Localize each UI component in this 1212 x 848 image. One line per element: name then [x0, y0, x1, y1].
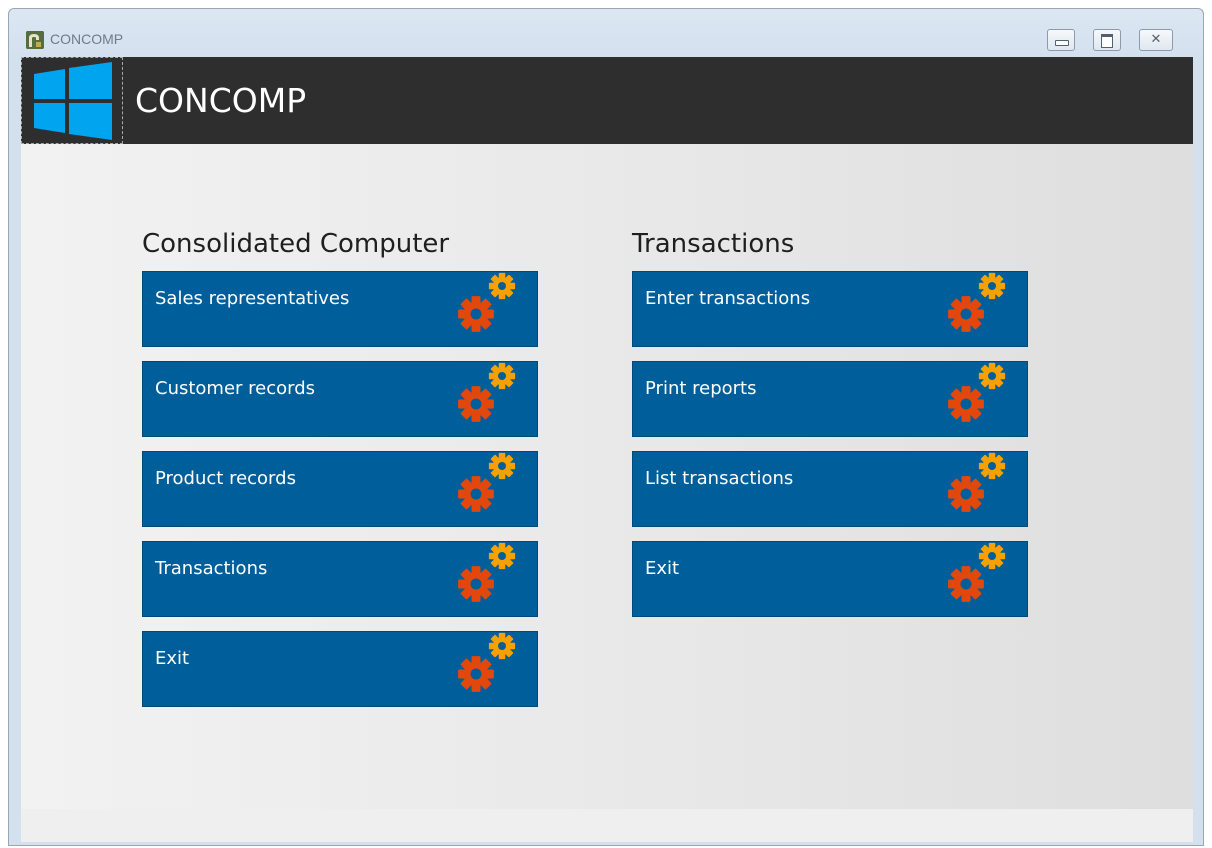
gears-icon	[458, 542, 516, 602]
group-title-transactions: Transactions	[632, 229, 795, 259]
header-title: CONCOMP	[135, 81, 307, 120]
gears-icon	[458, 362, 516, 422]
tile-transactions[interactable]: Transactions	[142, 541, 538, 617]
tile-label: Transactions	[155, 558, 268, 579]
tile-label: Exit	[155, 648, 190, 669]
gears-icon	[458, 452, 516, 512]
group-title-consolidated: Consolidated Computer	[142, 229, 450, 259]
tile-label: Enter transactions	[645, 288, 811, 309]
tile-label: List transactions	[645, 468, 794, 489]
tile-list-transactions[interactable]: List transactions	[632, 451, 1028, 527]
minimize-icon	[1055, 40, 1069, 46]
tile-enter-transactions[interactable]: Enter transactions	[632, 271, 1028, 347]
tile-label: Sales representatives	[155, 288, 350, 309]
tile-label: Exit	[645, 558, 680, 579]
tile-product-records[interactable]: Product records	[142, 451, 538, 527]
tile-customer-records[interactable]: Customer records	[142, 361, 538, 437]
tile-sales-representatives[interactable]: Sales representatives	[142, 271, 538, 347]
maximize-button[interactable]	[1093, 29, 1121, 51]
gears-icon	[948, 272, 1006, 332]
gears-icon	[948, 542, 1006, 602]
status-bar	[21, 809, 1193, 842]
app-icon[interactable]	[26, 31, 44, 49]
windows-logo-icon[interactable]	[21, 57, 123, 144]
app-header: CONCOMP	[21, 57, 1193, 144]
title-bar[interactable]: CONCOMP ✕	[9, 9, 1203, 57]
maximize-icon	[1101, 34, 1113, 48]
gears-icon	[458, 632, 516, 692]
client-area: CONCOMP Consolidated Computer Transactio…	[21, 57, 1193, 842]
tile-label: Print reports	[645, 378, 757, 399]
close-button[interactable]: ✕	[1139, 29, 1173, 51]
gears-icon	[948, 362, 1006, 422]
tile-print-reports[interactable]: Print reports	[632, 361, 1028, 437]
tile-label: Product records	[155, 468, 296, 489]
tile-exit[interactable]: Exit	[142, 631, 538, 707]
tile-exit-transactions[interactable]: Exit	[632, 541, 1028, 617]
tile-label: Customer records	[155, 378, 316, 399]
gears-icon	[458, 272, 516, 332]
gears-icon	[948, 452, 1006, 512]
app-window: CONCOMP ✕ CONCOMP Consolidated Computer …	[8, 8, 1204, 846]
window-title: CONCOMP	[50, 31, 124, 47]
close-icon: ✕	[1150, 32, 1162, 47]
minimize-button[interactable]	[1047, 29, 1075, 51]
